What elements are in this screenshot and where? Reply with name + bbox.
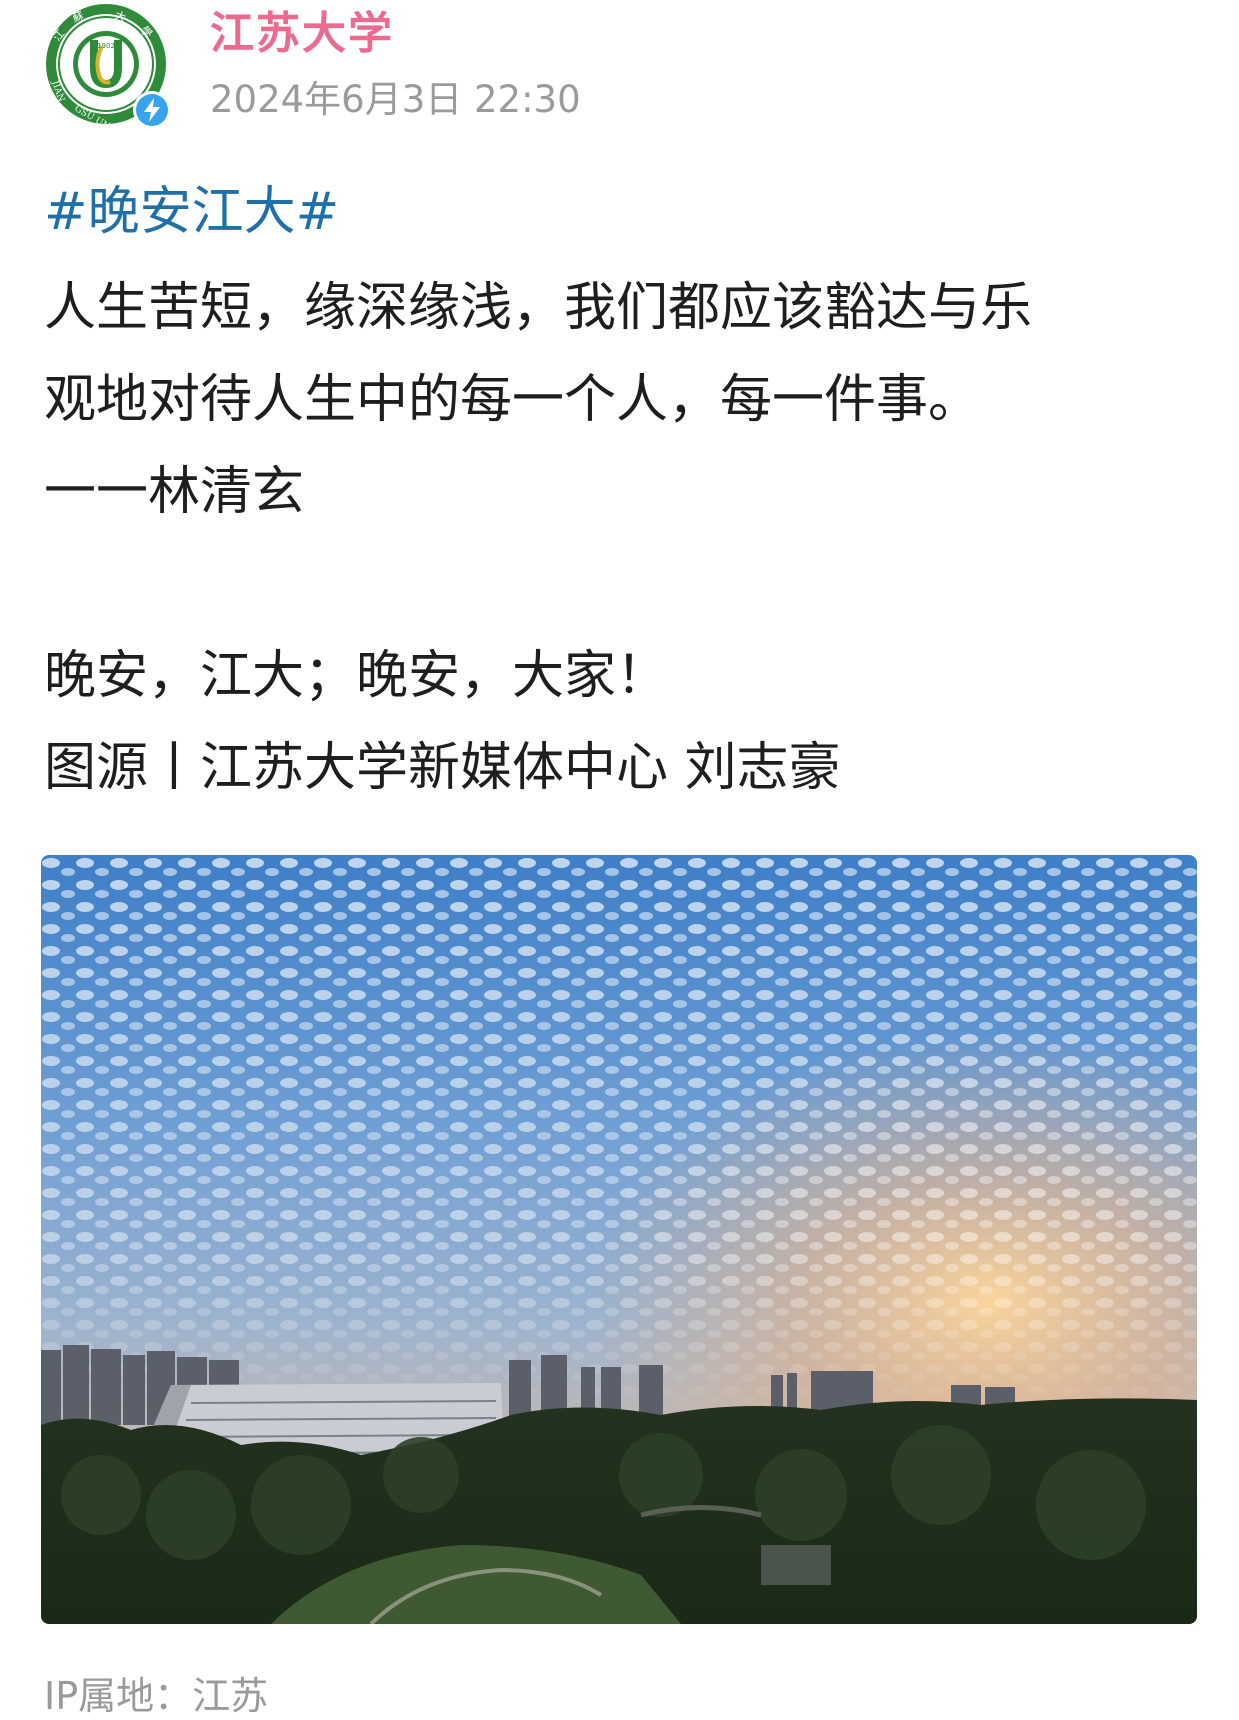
- post-text-line-3: 一一林清玄: [44, 462, 305, 522]
- weibo-post: 1902 江 蘇 大 學 JIAN GSU UNIV 江苏大学 2024年6月3…: [0, 0, 1239, 1720]
- hashtag-link[interactable]: #晚安江大#: [44, 172, 1194, 252]
- post-greeting: 晚安，江大；晚安，大家！: [44, 646, 669, 706]
- campus-sunset-photo-icon: [41, 855, 1197, 1624]
- svg-text:1902: 1902: [97, 42, 115, 50]
- post-text-line-2: 观地对待人生中的每一个人，每一件事。: [44, 370, 981, 430]
- post-text-line-1: 人生苦短，缘深缘浅，我们都应该豁达与乐: [44, 278, 1033, 338]
- post-timestamp: 2024年6月3日 22:30: [210, 78, 581, 121]
- account-avatar[interactable]: 1902 江 蘇 大 學 JIAN GSU UNIV: [44, 2, 171, 129]
- post-photo[interactable]: [41, 855, 1197, 1624]
- verified-lightning-icon: [133, 91, 171, 129]
- account-name[interactable]: 江苏大学: [210, 6, 394, 62]
- ip-location: IP属地：江苏: [44, 1674, 269, 1718]
- photo-credit: 图源丨江苏大学新媒体中心 刘志豪: [44, 738, 841, 798]
- post-content: #晚安江大# 人生苦短，缘深缘浅，我们都应该豁达与乐 观地对待人生中的每一个人，…: [44, 172, 1194, 814]
- post-header: 1902 江 蘇 大 學 JIAN GSU UNIV 江苏大学 2024年6月3…: [44, 0, 1194, 130]
